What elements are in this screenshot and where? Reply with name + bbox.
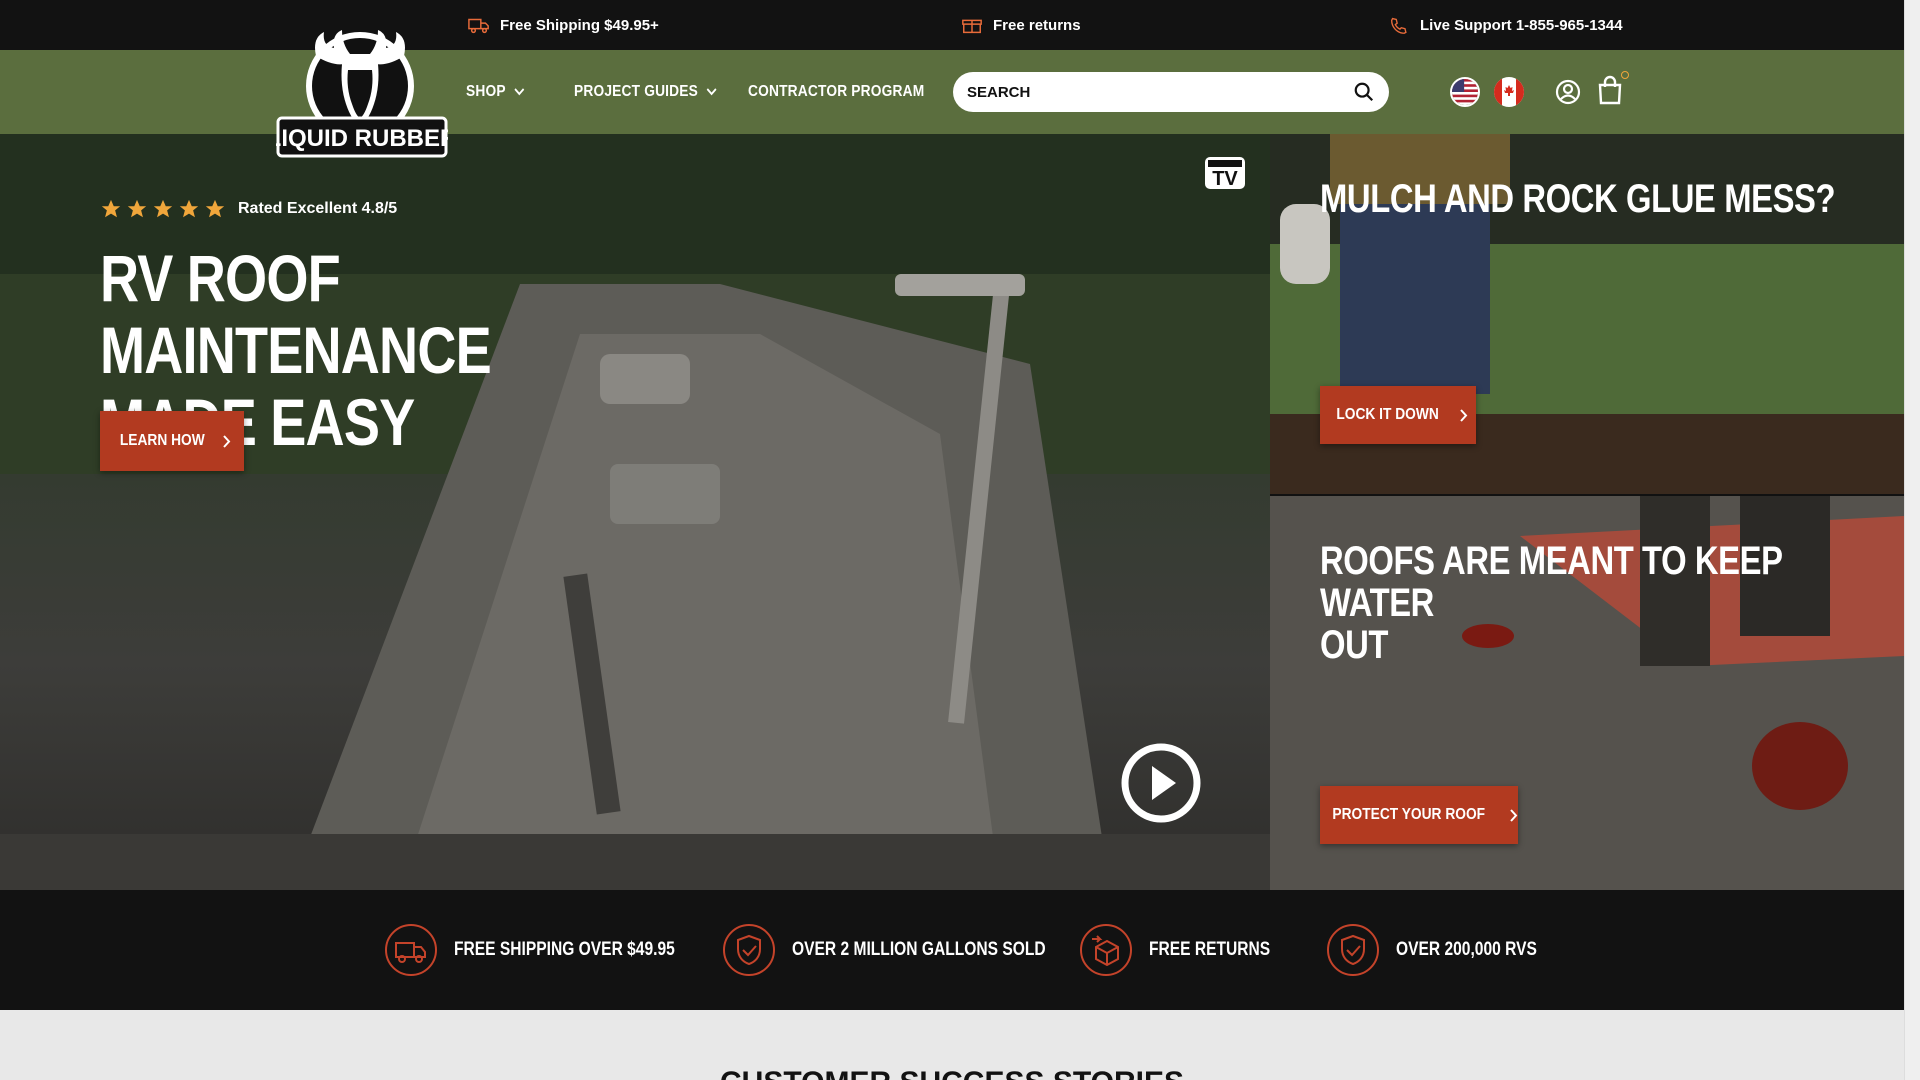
protect-your-roof-label: PROTECT YOUR ROOF — [1332, 806, 1486, 823]
live-support-text: Live Support 1-855-965-1344 — [1420, 16, 1623, 34]
hero-title-line1: RV ROOF MAINTENANCE — [100, 241, 492, 387]
chevron-down-icon — [706, 88, 717, 96]
rating-text: Rated Excellent 4.8/5 — [238, 200, 398, 217]
star-icon — [101, 199, 121, 218]
chevron-right-icon — [223, 434, 231, 448]
usp-rvs-label: OVER 200,000 RVS — [1396, 939, 1537, 960]
nav-shop-label: SHOP — [466, 83, 506, 100]
return-box-icon — [1080, 924, 1132, 976]
account-icon[interactable] — [1555, 79, 1581, 105]
roof-panel-title: ROOFS ARE MEANT TO KEEP WATER OUT — [1320, 540, 1894, 666]
value-props-strip: FREE SHIPPING OVER $49.95 OVER 2 MILLION… — [0, 890, 1904, 1010]
promo-panel-roof[interactable]: ROOFS ARE MEANT TO KEEP WATER OUT PROTEC… — [1270, 494, 1904, 890]
us-flag-icon[interactable] — [1450, 77, 1480, 107]
usp-free-returns: FREE RETURNS — [1079, 890, 1297, 1010]
usp-free-shipping-label: FREE SHIPPING OVER $49.95 — [454, 939, 675, 960]
learn-how-button[interactable]: LEARN HOW — [100, 411, 244, 471]
phone-icon — [1390, 17, 1407, 34]
chevron-right-icon — [1459, 408, 1467, 422]
logo-text: LIQUID RUBBER — [276, 125, 448, 152]
free-returns-notice: Free returns — [961, 0, 1081, 50]
star-icon — [205, 199, 225, 218]
section-title: CUSTOMER SUCCESS STORIES — [0, 1066, 1904, 1080]
usp-free-returns-label: FREE RETURNS — [1149, 939, 1271, 960]
page-scrollbar[interactable] — [1904, 0, 1920, 1080]
star-icon — [127, 199, 147, 218]
free-returns-text: Free returns — [993, 16, 1081, 34]
usp-free-shipping: FREE SHIPPING OVER $49.95 — [384, 890, 723, 1010]
mulch-panel-title: MULCH AND ROCK GLUE MESS? — [1320, 177, 1836, 221]
liquid-rubber-logo[interactable]: LIQUID RUBBER — [276, 26, 448, 158]
nav-contractor-label: CONTRACTOR PROGRAM — [748, 83, 925, 100]
nav-project-guides-label: PROJECT GUIDES — [574, 83, 698, 100]
as-seen-on-tv-badge: TV — [1205, 157, 1245, 190]
lock-it-down-label: LOCK IT DOWN — [1336, 406, 1440, 423]
free-shipping-text: Free Shipping $49.95+ — [500, 16, 659, 34]
shield-check-icon — [723, 924, 775, 976]
shield-check-icon — [1327, 924, 1379, 976]
roof-title-line2: OUT — [1320, 623, 1389, 667]
search-input[interactable] — [967, 83, 1353, 101]
promo-panel-mulch[interactable]: MULCH AND ROCK GLUE MESS? LOCK IT DOWN — [1270, 134, 1904, 494]
search-bar — [953, 72, 1389, 112]
search-icon[interactable] — [1353, 81, 1375, 103]
live-support-notice[interactable]: Live Support 1-855-965-1344 — [1388, 0, 1623, 50]
truck-icon — [468, 18, 489, 34]
rating-summary: Rated Excellent 4.8/5 — [100, 198, 397, 220]
cart-badge — [1621, 71, 1629, 79]
tv-badge-text: TV — [1212, 168, 1238, 190]
star-icon — [179, 199, 199, 218]
nav-project-guides[interactable]: PROJECT GUIDES — [574, 50, 717, 134]
nav-contractor-program[interactable]: CONTRACTOR PROGRAM — [748, 50, 924, 134]
chevron-down-icon — [514, 88, 525, 96]
customer-stories-section: CUSTOMER SUCCESS STORIES — [0, 1010, 1904, 1080]
chevron-right-icon — [1510, 808, 1518, 822]
canada-flag-icon[interactable] — [1494, 77, 1524, 107]
usp-rvs: OVER 200,000 RVS — [1326, 890, 1568, 1010]
free-shipping-notice: Free Shipping $49.95+ — [468, 0, 659, 50]
roof-title-line1: ROOFS ARE MEANT TO KEEP WATER — [1320, 539, 1782, 625]
lock-it-down-button[interactable]: LOCK IT DOWN — [1320, 386, 1476, 444]
usp-gallons-sold: OVER 2 MILLION GALLONS SOLD — [722, 890, 1101, 1010]
nav-shop[interactable]: SHOP — [466, 50, 525, 134]
star-icon — [153, 199, 173, 218]
truck-icon — [385, 924, 437, 976]
box-icon — [962, 19, 982, 34]
play-video-icon[interactable] — [1120, 742, 1202, 824]
cart-icon[interactable] — [1596, 75, 1624, 105]
usp-gallons-sold-label: OVER 2 MILLION GALLONS SOLD — [792, 939, 1046, 960]
hero-video-banner[interactable]: Rated Excellent 4.8/5 RV ROOF MAINTENANC… — [0, 134, 1270, 890]
learn-how-label: LEARN HOW — [119, 432, 205, 449]
protect-your-roof-button[interactable]: PROTECT YOUR ROOF — [1320, 786, 1518, 844]
